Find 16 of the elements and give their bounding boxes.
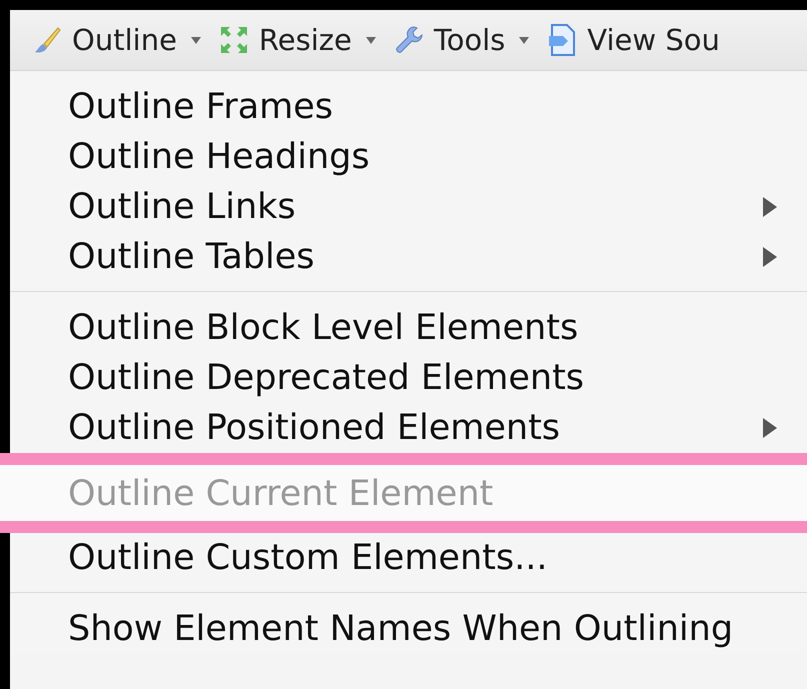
menu-item[interactable]: Outline Links: [10, 182, 807, 232]
menu-item[interactable]: Outline Custom Elements...: [10, 533, 807, 583]
document-icon: [547, 24, 578, 56]
menu-item[interactable]: Outline Block Level Elements: [10, 303, 807, 353]
menu-item[interactable]: Outline Deprecated Elements: [10, 353, 807, 403]
menu-item[interactable]: Outline Positioned Elements: [10, 403, 807, 453]
resize-icon: [218, 25, 249, 55]
wrench-icon: [394, 25, 424, 55]
toolbar-button[interactable]: Resize: [218, 23, 376, 57]
menu-item[interactable]: Outline Frames: [10, 82, 807, 132]
menu-item[interactable]: Show Element Names When Outlining: [10, 604, 807, 654]
menu-item[interactable]: Outline Headings: [10, 132, 807, 182]
toolbar-button[interactable]: Tools: [394, 23, 530, 57]
menu-item[interactable]: Outline Tables: [10, 232, 807, 282]
toolbar-button[interactable]: Outline: [32, 23, 201, 57]
toolbar-button[interactable]: View Sou: [547, 23, 720, 57]
